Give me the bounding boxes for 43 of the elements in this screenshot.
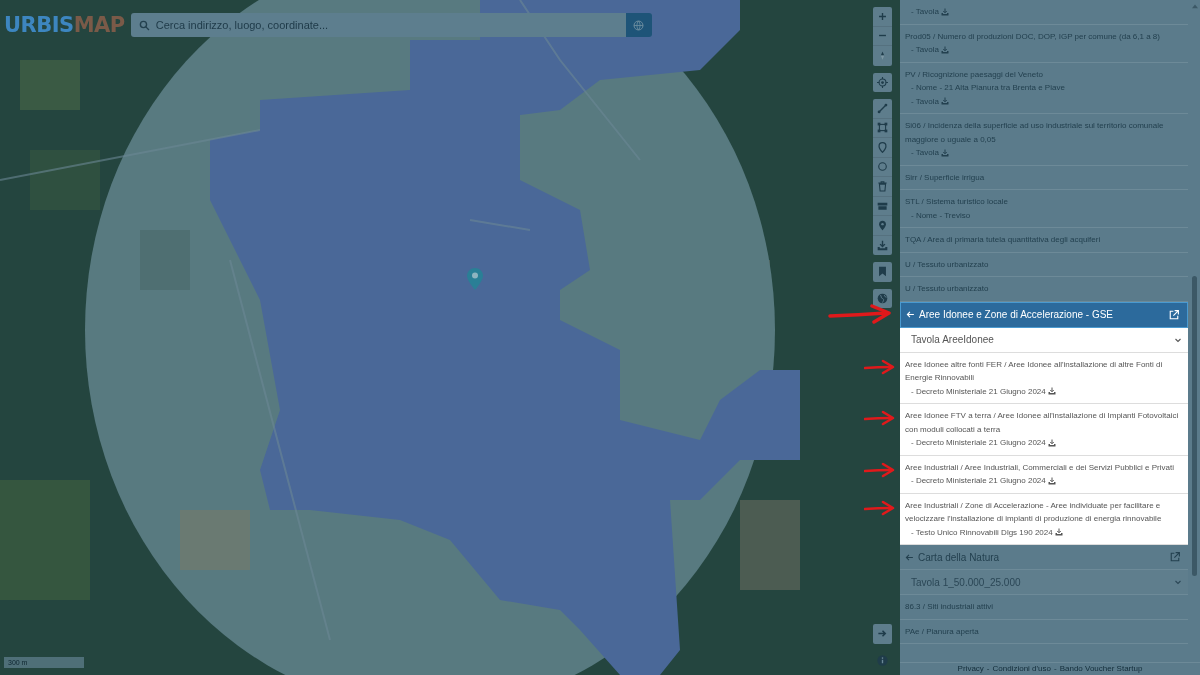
map-pin-icon <box>467 268 483 290</box>
footer-link[interactable]: Condizioni d'uso <box>992 663 1051 675</box>
footer-link[interactable]: Bando Voucher Startup <box>1059 663 1143 675</box>
search-field[interactable]: Cerca indirizzo, luogo, coordinate... <box>130 13 626 37</box>
globe-button[interactable] <box>625 13 652 37</box>
logo-text: URBIS <box>4 13 74 37</box>
chevron-down-icon <box>1174 578 1182 586</box>
scrollbar-thumb[interactable] <box>1192 276 1197 576</box>
layer-title: Aree Industriali / Aree Industriali, Commerciali e dei Servizi Pubblici e Privati <box>905 461 1175 474</box>
marker-icon <box>877 219 888 231</box>
separator: - <box>1053 663 1057 675</box>
layer-detail: - Decreto Ministeriale 21 Giugno 2024 <box>911 385 1046 398</box>
logo-text: MAP <box>73 13 125 37</box>
polygon-icon <box>877 122 888 134</box>
search-icon <box>138 20 150 31</box>
layers-icon <box>877 200 888 212</box>
section-title: Aree Idonee e Zone di Accelerazione - GSE <box>919 309 1114 320</box>
layer-detail: - Decreto Ministeriale 21 Giugno 2024 <box>911 437 1046 449</box>
back-arrow-icon <box>906 310 915 319</box>
circle-icon <box>877 161 888 173</box>
globe-icon <box>633 19 645 31</box>
layer-title: Aree Idonee FTV a terra / Aree Idonee all'installazione di Impianti Fotovoltaici con moduli collocati a terra <box>905 410 1180 436</box>
layer-title: Aree Idonee altre fonti FER / Aree Idonee all'installazione di altre Fonti di Energie Rinnovabili <box>905 358 1164 384</box>
layer-detail: - Testo Unico Rinnovabili Dlgs 190 2024 <box>911 526 1053 539</box>
back-arrow-icon <box>905 552 914 562</box>
earth-icon <box>877 292 888 304</box>
trash-icon <box>877 180 888 192</box>
info-icon <box>877 654 888 666</box>
pin-outline-icon <box>877 141 888 153</box>
zoom-in-icon <box>877 10 888 22</box>
separator: - <box>986 663 990 675</box>
section-title: Carta della Natura <box>918 551 1001 563</box>
ruler-icon <box>877 102 888 114</box>
external-link-icon <box>1169 309 1179 320</box>
scroll-up-icon <box>1191 3 1199 9</box>
bookmark-icon <box>877 266 888 278</box>
layer-detail: - Decreto Ministeriale 21 Giugno 2024 <box>911 475 1046 487</box>
external-link-icon <box>1170 552 1180 562</box>
locate-icon <box>877 76 888 88</box>
table-dropdown[interactable]: Tavola AreeIdonee <box>900 327 1188 353</box>
layer-title: Aree Industriali / Zone di Accelerazione - Aree individuate per facilitare e velocizzare l'installazione di impianti di produzione di energia rinnovabile <box>905 499 1163 525</box>
footer-link[interactable]: Privacy <box>957 663 984 675</box>
download-icon <box>877 239 888 251</box>
